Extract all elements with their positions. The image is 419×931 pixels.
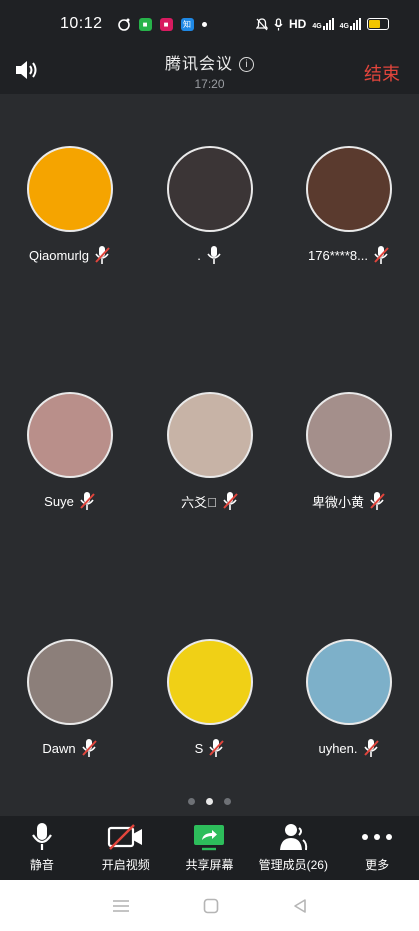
share-screen-label: 共享屏幕 bbox=[185, 858, 234, 872]
back-icon[interactable] bbox=[292, 898, 308, 914]
zhihu-icon: 知 bbox=[180, 17, 194, 31]
participant-tile[interactable]: . bbox=[140, 146, 280, 276]
participant-name: Qiaomurlg bbox=[29, 247, 89, 263]
participant-tile[interactable]: Suye bbox=[0, 392, 140, 522]
info-icon[interactable]: i bbox=[239, 57, 254, 72]
signal-2: 4G bbox=[340, 18, 361, 30]
participant-tile[interactable]: 176****8... bbox=[279, 146, 419, 276]
mic-muted-icon bbox=[209, 739, 225, 757]
video-off-icon bbox=[107, 824, 142, 850]
app-icon-green: ■ bbox=[138, 17, 152, 31]
members-icon bbox=[280, 824, 308, 851]
start-video-label: 开启视频 bbox=[101, 858, 150, 872]
participant-name: 六爻  bbox=[181, 494, 217, 510]
mic-muted-icon bbox=[374, 246, 389, 264]
weibo-icon bbox=[117, 18, 130, 31]
status-bar: 10:12 ■ ■ 知 HD 4G 4G bbox=[0, 0, 419, 48]
system-nav-bar bbox=[0, 880, 419, 931]
participant-name: S bbox=[194, 740, 204, 756]
participant-avatar bbox=[306, 639, 392, 725]
hd-label: HD bbox=[288, 17, 307, 31]
meeting-title[interactable]: 腾讯会议 bbox=[165, 56, 233, 73]
page-dot[interactable] bbox=[188, 798, 195, 805]
mute-button[interactable]: 静音 bbox=[0, 816, 84, 880]
participant-name: uyhen. bbox=[318, 740, 358, 756]
meeting-toolbar: 静音 开启视频 共享屏幕 管理成员(26) 更多 bbox=[0, 816, 419, 880]
participant-name: Dawn bbox=[42, 740, 76, 756]
participant-tile[interactable]: S bbox=[140, 639, 280, 769]
participant-avatar bbox=[167, 639, 253, 725]
manage-members-button[interactable]: 管理成员(26) bbox=[251, 816, 335, 880]
menu-icon[interactable] bbox=[112, 899, 130, 913]
mute-label: 静音 bbox=[29, 858, 54, 872]
end-meeting-button[interactable]: 结束 bbox=[364, 60, 400, 86]
meeting-duration: 17:20 bbox=[194, 77, 225, 91]
bell-off-icon bbox=[255, 17, 268, 30]
participant-tile[interactable]: Qiaomurlg bbox=[0, 146, 140, 276]
participant-avatar bbox=[306, 146, 392, 232]
participant-name: 176****8... bbox=[308, 247, 368, 263]
page-indicator bbox=[0, 798, 419, 805]
microphone-icon bbox=[31, 823, 52, 850]
participant-tile[interactable]: 六爻  bbox=[140, 392, 280, 522]
participant-name: Suye bbox=[44, 493, 74, 509]
more-label: 更多 bbox=[365, 858, 390, 872]
mic-muted-icon bbox=[370, 492, 385, 510]
more-button[interactable]: 更多 bbox=[335, 816, 419, 880]
participant-grid: Qiaomurlg. 176****8... Suye 六爻  卑微小黄 Dawn Suyh… bbox=[0, 94, 419, 814]
mic-muted-icon bbox=[223, 492, 238, 510]
manage-members-label: 管理成员(26) bbox=[258, 858, 328, 872]
signal-1: 4G bbox=[312, 18, 334, 30]
battery-icon bbox=[367, 18, 389, 30]
share-screen-button[interactable]: 共享屏幕 bbox=[168, 816, 252, 880]
participant-tile[interactable]: 卑微小黄 bbox=[279, 392, 419, 522]
mic-muted-icon bbox=[81, 739, 97, 757]
start-video-button[interactable]: 开启视频 bbox=[84, 816, 168, 880]
page-dot[interactable] bbox=[206, 798, 213, 805]
status-time: 10:12 bbox=[60, 15, 103, 32]
participant-avatar bbox=[306, 392, 392, 478]
participant-tile[interactable]: Dawn bbox=[0, 639, 140, 769]
participant-avatar bbox=[27, 146, 113, 232]
more-icon bbox=[362, 834, 393, 840]
participant-avatar bbox=[167, 392, 253, 478]
home-icon[interactable] bbox=[203, 898, 219, 914]
participant-avatar bbox=[27, 639, 113, 725]
participant-avatar bbox=[27, 392, 113, 478]
mic-status-icon bbox=[274, 17, 283, 30]
mic-muted-icon bbox=[95, 246, 110, 264]
notification-dot bbox=[201, 21, 207, 27]
mic-muted-icon bbox=[80, 492, 95, 510]
mic-muted-icon bbox=[363, 739, 379, 757]
meeting-header: 腾讯会议 i 17:20 结束 bbox=[0, 48, 419, 94]
participant-avatar bbox=[167, 146, 253, 232]
share-screen-icon bbox=[194, 825, 225, 851]
participant-name: . bbox=[197, 247, 201, 263]
page-dot[interactable] bbox=[224, 798, 231, 805]
participant-name: 卑微小黄 bbox=[311, 494, 364, 510]
mic-icon bbox=[207, 246, 221, 264]
participant-tile[interactable]: uyhen. bbox=[279, 639, 419, 769]
app-icon-pink: ■ bbox=[159, 17, 173, 31]
